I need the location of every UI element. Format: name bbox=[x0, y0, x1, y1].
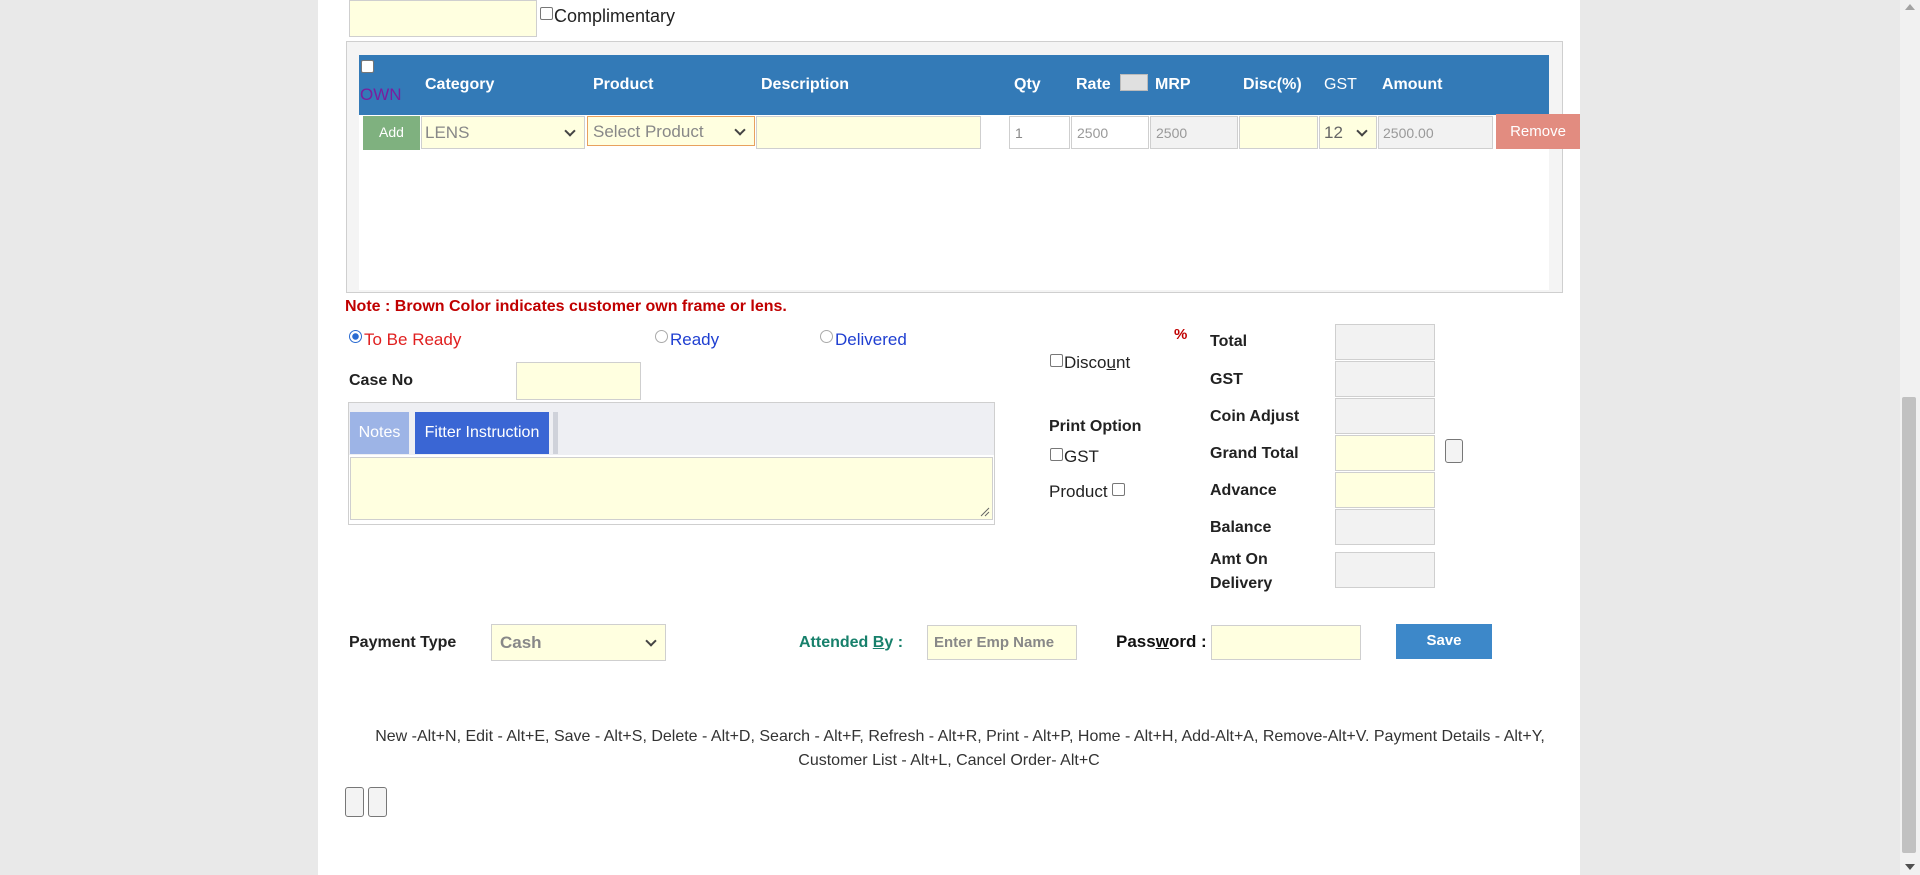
advance-label: Advance bbox=[1210, 482, 1277, 499]
ready-label: Ready bbox=[670, 330, 720, 349]
total-field bbox=[1335, 324, 1435, 360]
print-product-label: Product bbox=[1049, 482, 1108, 501]
password-label: Password : bbox=[1116, 632, 1207, 651]
mrp-input: 2500 bbox=[1150, 116, 1238, 149]
print-option-label: Print Option bbox=[1049, 418, 1142, 435]
gst-value: 12 bbox=[1324, 123, 1343, 142]
amt-on-delivery-field bbox=[1335, 552, 1435, 588]
instruction-textarea[interactable] bbox=[350, 457, 993, 520]
own-checkbox[interactable] bbox=[361, 60, 374, 73]
balance-label: Balance bbox=[1210, 519, 1272, 536]
to-be-ready-label: To Be Ready bbox=[364, 330, 462, 349]
complimentary-label: Complimentary bbox=[554, 6, 676, 26]
scrollbar-thumb[interactable] bbox=[1902, 397, 1916, 853]
case-no-input[interactable] bbox=[516, 362, 641, 400]
grid-header bbox=[359, 55, 1549, 115]
scroll-down-arrow-icon[interactable] bbox=[1905, 864, 1915, 870]
amt-on-delivery-label: Amt On Delivery bbox=[1210, 551, 1273, 592]
header-qty: Qty bbox=[1014, 76, 1041, 93]
header-rate: Rate bbox=[1076, 76, 1111, 93]
print-product-checkbox[interactable] bbox=[1112, 483, 1125, 496]
case-no-label: Case No bbox=[349, 372, 414, 389]
advance-field[interactable] bbox=[1335, 472, 1435, 508]
shortcut-help: New -Alt+N, Edit - Alt+E, Save - Alt+S, … bbox=[318, 725, 1580, 773]
grand-total-button[interactable] bbox=[1445, 439, 1463, 463]
delivered-label: Delivered bbox=[835, 330, 907, 349]
to-be-ready-radio[interactable] bbox=[349, 330, 362, 343]
attended-by-label: Attended By : bbox=[799, 634, 904, 651]
disc-input[interactable] bbox=[1239, 116, 1318, 149]
grand-total-field[interactable] bbox=[1335, 435, 1435, 471]
grand-total-label: Grand Total bbox=[1210, 445, 1299, 462]
payment-type-label: Payment Type bbox=[349, 634, 457, 651]
instructions-panel: Notes Fitter Instruction bbox=[348, 402, 995, 525]
password-input[interactable] bbox=[1211, 625, 1361, 660]
percent-sign: % bbox=[1174, 326, 1188, 343]
chevron-down-icon bbox=[1356, 125, 1368, 137]
description-input[interactable] bbox=[756, 116, 981, 149]
category-select[interactable]: LENS bbox=[421, 116, 585, 149]
rate-input[interactable]: 2500 bbox=[1071, 116, 1149, 149]
category-value: LENS bbox=[425, 123, 470, 142]
product-value: Select Product bbox=[593, 122, 704, 141]
coin-adjust-field bbox=[1335, 398, 1435, 434]
top-input[interactable] bbox=[349, 0, 537, 37]
gst-total-field bbox=[1335, 361, 1435, 397]
product-select[interactable]: Select Product bbox=[587, 116, 755, 146]
emp-name-input[interactable]: Enter Emp Name bbox=[927, 625, 1077, 660]
gst-total-label: GST bbox=[1210, 371, 1243, 388]
discount-label: Discount bbox=[1064, 353, 1131, 372]
chevron-down-icon bbox=[645, 635, 657, 647]
small-button-1[interactable] bbox=[345, 787, 364, 817]
qty-input[interactable]: 1 bbox=[1009, 116, 1070, 149]
save-button[interactable]: Save bbox=[1396, 624, 1492, 659]
coin-adjust-label: Coin Adjust bbox=[1210, 408, 1300, 425]
payment-type-value: Cash bbox=[500, 633, 542, 652]
shortcut-line-1: New -Alt+N, Edit - Alt+E, Save - Alt+S, … bbox=[375, 728, 1545, 745]
header-category: Category bbox=[425, 76, 495, 93]
header-amount: Amount bbox=[1382, 76, 1443, 93]
scroll-up-arrow-icon[interactable] bbox=[1905, 4, 1915, 10]
header-product: Product bbox=[593, 76, 654, 93]
payment-type-select[interactable]: Cash bbox=[491, 624, 666, 661]
print-gst-label: GST bbox=[1064, 447, 1099, 466]
total-label: Total bbox=[1210, 333, 1248, 350]
shortcut-line-2: Customer List - Alt+L, Cancel Order- Alt… bbox=[798, 752, 1100, 769]
print-gst-checkbox[interactable] bbox=[1050, 448, 1063, 461]
remove-button[interactable]: Remove bbox=[1496, 114, 1580, 149]
product-grid-panel: OWN Category Product Description Qty Rat… bbox=[346, 41, 1580, 293]
own-label: OWN bbox=[360, 85, 402, 104]
header-mrp: MRP bbox=[1155, 76, 1191, 93]
chevron-down-icon bbox=[734, 124, 746, 136]
header-description: Description bbox=[761, 76, 850, 93]
header-disc: Disc(%) bbox=[1243, 76, 1302, 93]
amount-input: 2500.00 bbox=[1378, 116, 1493, 149]
rate-toggle[interactable] bbox=[1120, 74, 1148, 91]
brown-color-note: Note : Brown Color indicates customer ow… bbox=[345, 298, 787, 315]
header-gst: GST bbox=[1324, 76, 1357, 93]
ready-radio[interactable] bbox=[655, 330, 668, 343]
tab-fitter-instruction[interactable]: Fitter Instruction bbox=[415, 412, 549, 454]
delivered-radio[interactable] bbox=[820, 330, 833, 343]
small-button-2[interactable] bbox=[368, 787, 387, 817]
discount-checkbox[interactable] bbox=[1050, 354, 1063, 367]
resize-handle-icon[interactable] bbox=[980, 507, 990, 517]
complimentary-checkbox[interactable] bbox=[540, 7, 553, 20]
chevron-down-icon bbox=[564, 125, 576, 137]
gst-select[interactable]: 12 bbox=[1319, 116, 1377, 149]
order-form-page: Complimentary OWN Category Product Descr… bbox=[318, 0, 1580, 875]
balance-field bbox=[1335, 509, 1435, 545]
add-button[interactable]: Add bbox=[363, 116, 420, 150]
tab-notes[interactable]: Notes bbox=[350, 412, 409, 454]
